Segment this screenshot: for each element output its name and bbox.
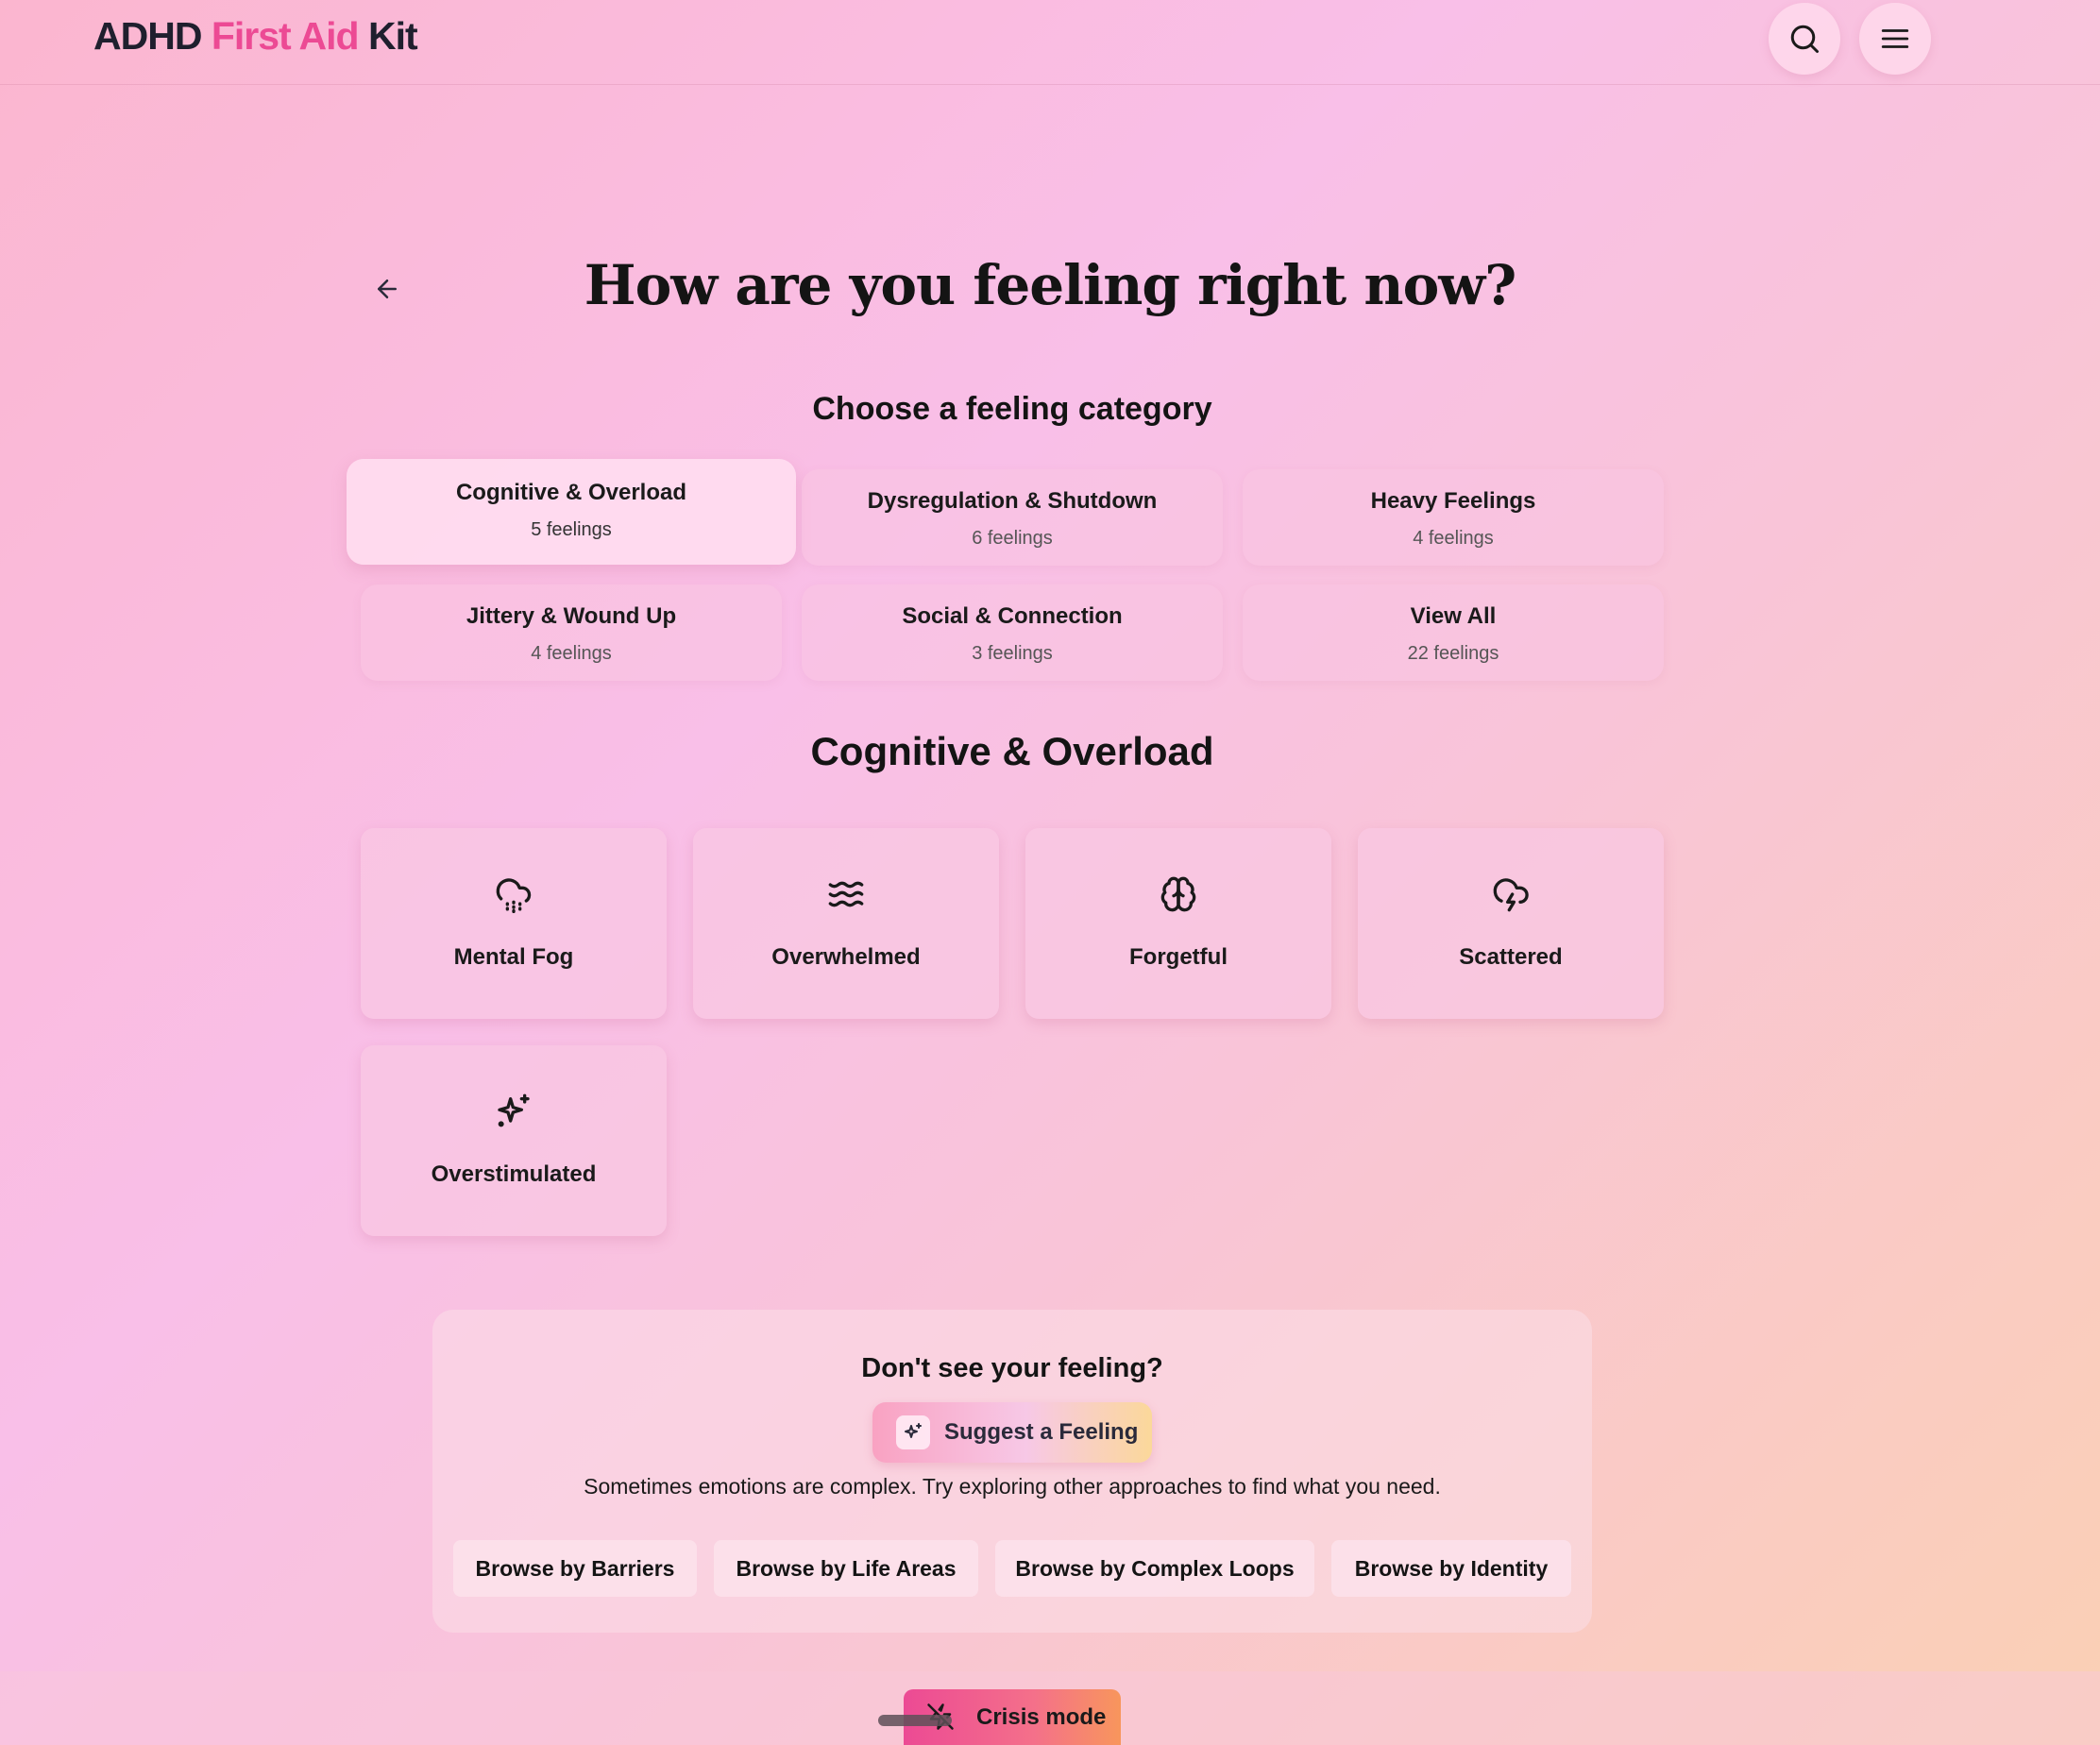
- feeling-card-overstimulated[interactable]: Overstimulated: [361, 1045, 667, 1236]
- search-icon: [1790, 25, 1819, 53]
- category-name: Dysregulation & Shutdown: [867, 488, 1158, 514]
- category-name: View All: [1410, 603, 1497, 629]
- brain-icon: [1160, 876, 1196, 912]
- panel-description: Sometimes emotions are complex. Try expl…: [584, 1474, 1441, 1499]
- category-social-connection[interactable]: Social & Connection 3 feelings: [802, 584, 1223, 681]
- category-heavy-feelings[interactable]: Heavy Feelings 4 feelings: [1243, 469, 1664, 566]
- suggest-feeling-label: Suggest a Feeling: [944, 1419, 1139, 1445]
- hamburger-menu-icon: [1881, 29, 1909, 48]
- category-dysregulation-shutdown[interactable]: Dysregulation & Shutdown 6 feelings: [802, 469, 1223, 566]
- panel-title: Don't see your feeling?: [861, 1353, 1163, 1383]
- category-name: Social & Connection: [902, 603, 1123, 629]
- category-name: Cognitive & Overload: [455, 480, 687, 505]
- category-name: Heavy Feelings: [1370, 488, 1536, 514]
- crisis-mode-label: Crisis mode: [976, 1704, 1107, 1730]
- category-count: 6 feelings: [972, 528, 1053, 549]
- logo-text-1: ADHD: [93, 14, 212, 58]
- category-count: 3 feelings: [972, 643, 1053, 664]
- browse-by-life-areas-button[interactable]: Browse by Life Areas: [714, 1540, 978, 1597]
- suggest-feeling-button[interactable]: Suggest a Feeling: [872, 1402, 1152, 1463]
- category-view-all[interactable]: View All 22 feelings: [1243, 584, 1664, 681]
- page-title: How are you feeling right now?: [584, 253, 1516, 317]
- browse-by-identity-button[interactable]: Browse by Identity: [1331, 1540, 1571, 1597]
- waves-icon: [828, 881, 864, 907]
- feeling-card-overwhelmed[interactable]: Overwhelmed: [693, 828, 999, 1019]
- choose-category-heading: Choose a feeling category: [812, 391, 1212, 427]
- category-count: 4 feelings: [531, 643, 612, 664]
- logo-text-3: Kit: [358, 14, 418, 58]
- sparkle-icon: [896, 1415, 930, 1449]
- logo-text-accent: First Aid: [211, 14, 360, 58]
- category-jittery-wound-up[interactable]: Jittery & Wound Up 4 feelings: [361, 584, 782, 681]
- drag-handle[interactable]: [878, 1715, 952, 1726]
- category-name: Jittery & Wound Up: [466, 603, 677, 629]
- browse-by-barriers-button[interactable]: Browse by Barriers: [453, 1540, 697, 1597]
- suggest-feeling-panel: Don't see your feeling? Suggest a Feelin…: [432, 1310, 1592, 1633]
- feeling-card-scattered[interactable]: Scattered: [1358, 828, 1664, 1019]
- browse-by-complex-loops-button[interactable]: Browse by Complex Loops: [995, 1540, 1314, 1597]
- menu-button[interactable]: [1859, 3, 1931, 75]
- cloud-drizzle-icon: [496, 878, 532, 913]
- app-logo[interactable]: ADHD First Aid Kit: [93, 14, 418, 59]
- feeling-card-forgetful[interactable]: Forgetful: [1025, 828, 1331, 1019]
- category-count: 4 feelings: [1413, 528, 1494, 549]
- category-count: 5 feelings: [531, 519, 612, 540]
- category-count: 22 feelings: [1407, 643, 1499, 664]
- category-cognitive-overload[interactable]: Cognitive & Overload 5 feelings: [347, 459, 796, 565]
- top-header: ADHD First Aid Kit: [0, 0, 2100, 85]
- feeling-label: Overwhelmed: [771, 944, 921, 970]
- selected-category-heading: Cognitive & Overload: [810, 729, 1214, 773]
- feeling-label: Mental Fog: [453, 944, 574, 970]
- search-button[interactable]: [1769, 3, 1840, 75]
- feeling-label: Scattered: [1459, 944, 1563, 970]
- bottom-bar: Crisis mode: [0, 1671, 2100, 1745]
- cloud-lightning-icon: [1493, 878, 1529, 912]
- sparkles-icon: [498, 1093, 530, 1127]
- feeling-label: Overstimulated: [431, 1161, 597, 1187]
- feeling-label: Forgetful: [1129, 944, 1228, 970]
- feeling-card-mental-fog[interactable]: Mental Fog: [361, 828, 667, 1019]
